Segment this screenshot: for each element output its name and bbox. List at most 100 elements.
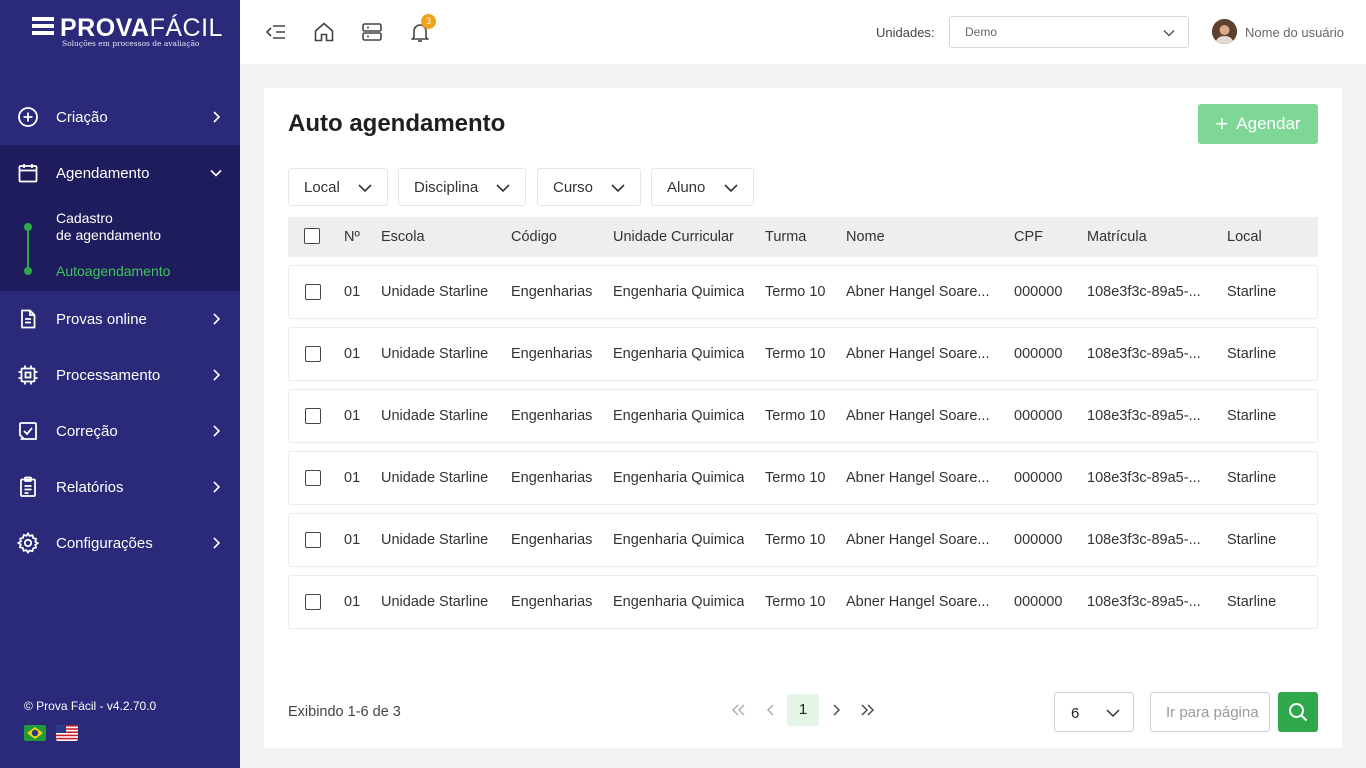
goto-page-search-button[interactable] bbox=[1278, 692, 1318, 732]
notification-badge: 3 bbox=[421, 14, 436, 29]
filter-label: Aluno bbox=[667, 179, 706, 196]
cell-local: Starline bbox=[1227, 284, 1277, 300]
sidebar-item-relatorios[interactable]: Relatórios bbox=[0, 459, 240, 515]
table-row[interactable]: 01 Unidade Starline Engenharias Engenhar… bbox=[288, 575, 1318, 629]
cell-numero: 01 bbox=[344, 346, 361, 362]
column-header-turma[interactable]: Turma bbox=[765, 229, 806, 245]
main-card: Auto agendamento + Agendar Local Discipl… bbox=[264, 88, 1342, 748]
sidebar-item-provas-online[interactable]: Provas online bbox=[0, 291, 240, 347]
agendar-button[interactable]: + Agendar bbox=[1198, 104, 1318, 144]
sidebar-item-criacao[interactable]: Criação bbox=[0, 89, 240, 145]
first-page-icon[interactable] bbox=[729, 700, 747, 720]
cell-local: Starline bbox=[1227, 532, 1277, 548]
chevron-down-icon bbox=[358, 184, 372, 193]
chevron-right-icon bbox=[213, 111, 221, 123]
sidebar-item-label: Criação bbox=[56, 108, 108, 126]
row-checkbox[interactable] bbox=[305, 470, 321, 486]
table-row[interactable]: 01 Unidade Starline Engenharias Engenhar… bbox=[288, 389, 1318, 443]
row-checkbox[interactable] bbox=[305, 346, 321, 362]
cell-local: Starline bbox=[1227, 408, 1277, 424]
sidebar-item-correcao[interactable]: Correção bbox=[0, 403, 240, 459]
unidades-select-value: Demo bbox=[965, 25, 998, 39]
previous-page-icon[interactable] bbox=[762, 700, 780, 720]
table-row[interactable]: 01 Unidade Starline Engenharias Engenhar… bbox=[288, 327, 1318, 381]
table-row[interactable]: 01 Unidade Starline Engenharias Engenhar… bbox=[288, 265, 1318, 319]
row-checkbox[interactable] bbox=[305, 284, 321, 300]
last-page-icon[interactable] bbox=[859, 700, 877, 720]
sidebar-subitem-autoagendamento[interactable]: Autoagendamento bbox=[56, 263, 170, 280]
cell-codigo: Engenharias bbox=[511, 594, 593, 610]
filter-curso[interactable]: Curso bbox=[537, 168, 641, 206]
table-row[interactable]: 01 Unidade Starline Engenharias Engenhar… bbox=[288, 513, 1318, 567]
logo-name-bold: PROVA bbox=[60, 14, 150, 42]
cell-codigo: Engenharias bbox=[511, 470, 593, 486]
cell-nome: Abner Hangel Soare... bbox=[846, 284, 990, 300]
row-checkbox[interactable] bbox=[305, 594, 321, 610]
logo-mark-icon bbox=[32, 17, 54, 38]
chevron-down-icon bbox=[210, 169, 222, 177]
gear-icon bbox=[17, 532, 39, 554]
sidebar-item-processamento[interactable]: Processamento bbox=[0, 347, 240, 403]
page-button-current[interactable]: 1 bbox=[787, 694, 819, 726]
next-page-icon[interactable] bbox=[827, 700, 845, 720]
column-header-cpf[interactable]: CPF bbox=[1014, 229, 1043, 245]
sidebar-item-label: Relatórios bbox=[56, 478, 124, 496]
home-icon[interactable] bbox=[312, 20, 336, 44]
cell-unidade-curricular: Engenharia Quimica bbox=[613, 594, 745, 610]
column-header-local[interactable]: Local bbox=[1227, 229, 1262, 245]
brazil-flag-icon[interactable] bbox=[24, 725, 46, 741]
select-all-checkbox[interactable] bbox=[304, 228, 320, 244]
filter-aluno[interactable]: Aluno bbox=[651, 168, 754, 206]
sidebar-item-configuracoes[interactable]: Configurações bbox=[0, 515, 240, 571]
table-header: Nº Escola Código Unidade Curricular Turm… bbox=[288, 217, 1318, 257]
cell-unidade-curricular: Engenharia Quimica bbox=[613, 470, 745, 486]
filter-label: Local bbox=[304, 179, 340, 196]
cell-escola: Unidade Starline bbox=[381, 470, 489, 486]
logo-tagline: Soluções em processos de avaliação bbox=[62, 39, 200, 48]
cell-unidade-curricular: Engenharia Quimica bbox=[613, 532, 745, 548]
sidebar-item-label: Processamento bbox=[56, 366, 161, 384]
sidebar: PROVAFÁCIL Soluções em processos de aval… bbox=[0, 0, 240, 768]
logo[interactable]: PROVAFÁCIL Soluções em processos de aval… bbox=[32, 14, 222, 54]
page-title: Auto agendamento bbox=[288, 110, 506, 137]
sidebar-subitem-cadastro-agendamento[interactable]: Cadastro de agendamento bbox=[56, 210, 161, 244]
chevron-down-icon bbox=[611, 184, 625, 193]
cell-matricula: 108e3f3c-89a5-... bbox=[1087, 408, 1201, 424]
cell-turma: Termo 10 bbox=[765, 594, 826, 610]
sidebar-item-agendamento[interactable]: Agendamento bbox=[0, 145, 240, 201]
row-checkbox[interactable] bbox=[305, 532, 321, 548]
column-header-matricula[interactable]: Matrícula bbox=[1087, 229, 1147, 245]
goto-page-input[interactable] bbox=[1150, 692, 1270, 732]
row-checkbox[interactable] bbox=[305, 408, 321, 424]
table-row[interactable]: 01 Unidade Starline Engenharias Engenhar… bbox=[288, 451, 1318, 505]
column-header-numero[interactable]: Nº bbox=[344, 229, 360, 245]
cell-cpf: 000000 bbox=[1014, 532, 1063, 548]
chevron-right-icon bbox=[213, 537, 221, 549]
plus-circle-icon bbox=[18, 107, 38, 127]
avatar[interactable] bbox=[1212, 19, 1237, 44]
column-header-unidade-curricular[interactable]: Unidade Curricular bbox=[613, 229, 734, 245]
submenu-dot-active bbox=[24, 267, 32, 275]
cell-escola: Unidade Starline bbox=[381, 532, 489, 548]
cell-local: Starline bbox=[1227, 346, 1277, 362]
chevron-down-icon bbox=[1163, 29, 1175, 37]
calendar-icon bbox=[18, 164, 38, 183]
cell-escola: Unidade Starline bbox=[381, 346, 489, 362]
filter-disciplina[interactable]: Disciplina bbox=[398, 168, 526, 206]
sidebar-item-label: Agendamento bbox=[56, 164, 150, 182]
unidades-select[interactable]: Demo bbox=[949, 16, 1189, 48]
cell-numero: 01 bbox=[344, 470, 361, 486]
column-header-codigo[interactable]: Código bbox=[511, 229, 557, 245]
filter-local[interactable]: Local bbox=[288, 168, 388, 206]
cell-numero: 01 bbox=[344, 594, 361, 610]
server-icon[interactable] bbox=[360, 20, 384, 44]
app-version: © Prova Fácil - v4.2.70.0 bbox=[24, 699, 157, 713]
per-page-select[interactable]: 6 bbox=[1054, 692, 1134, 732]
pagination-info: Exibindo 1-6 de 3 bbox=[288, 704, 401, 720]
collapse-menu-icon[interactable] bbox=[264, 20, 288, 44]
user-name[interactable]: Nome do usuário bbox=[1245, 25, 1344, 40]
usa-flag-icon[interactable] bbox=[56, 725, 78, 741]
cell-codigo: Engenharias bbox=[511, 284, 593, 300]
column-header-nome[interactable]: Nome bbox=[846, 229, 885, 245]
column-header-escola[interactable]: Escola bbox=[381, 229, 425, 245]
